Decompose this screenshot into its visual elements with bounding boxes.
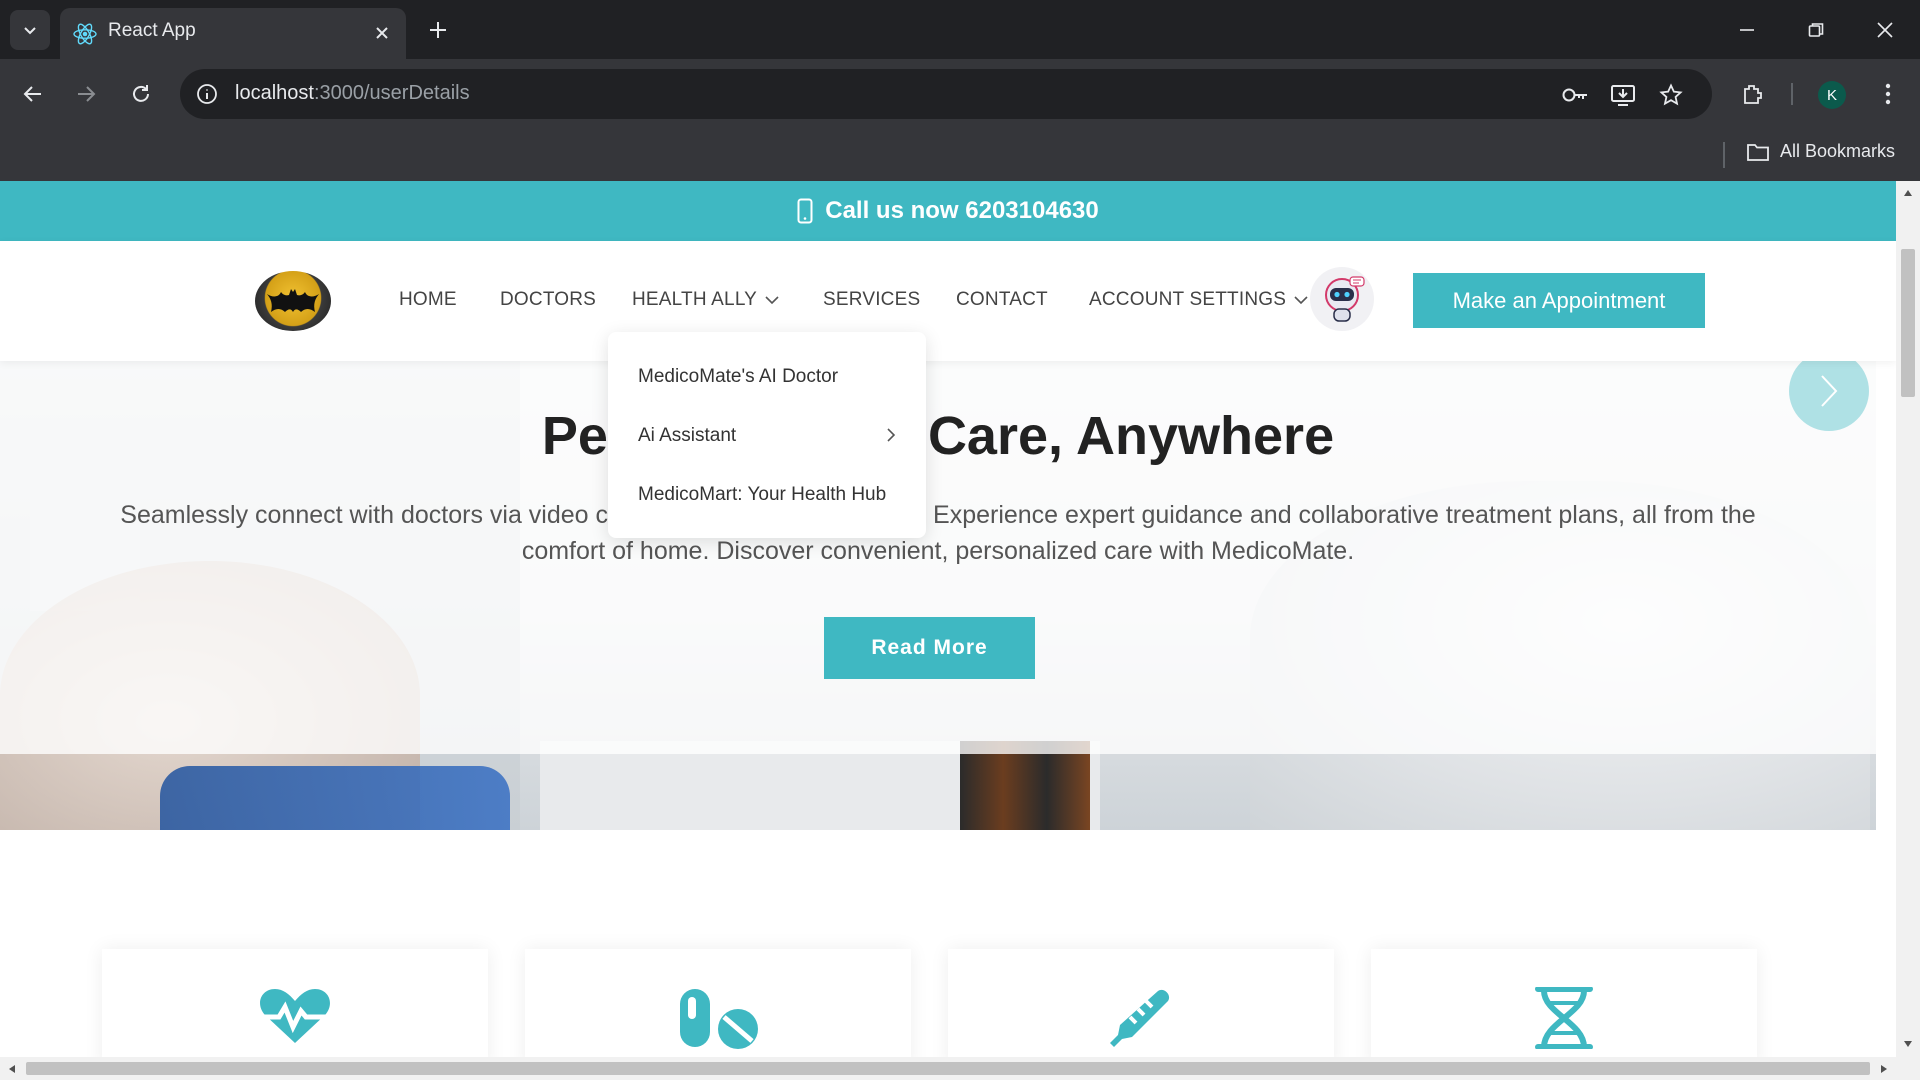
hero-bg-sleeve	[160, 766, 510, 830]
hero-bg-bottles	[960, 741, 1090, 830]
nav-home-label: HOME	[399, 289, 457, 310]
bookmark-star-icon[interactable]	[1656, 80, 1686, 110]
close-window-button[interactable]	[1860, 10, 1910, 50]
vertical-scrollbar[interactable]	[1896, 181, 1920, 1057]
browser-toolbar: localhost:3000/userDetails K	[0, 59, 1920, 129]
read-more-button[interactable]: Read More	[824, 617, 1035, 679]
dropdown-item-medicomart[interactable]: MedicoMart: Your Health Hub	[638, 484, 886, 506]
horizontal-scroll-thumb[interactable]	[26, 1062, 1870, 1075]
restore-icon	[1808, 23, 1824, 37]
all-bookmarks-button[interactable]: All Bookmarks	[1746, 141, 1895, 162]
nav-contact-label: CONTACT	[956, 289, 1048, 310]
toolbar-divider	[1791, 83, 1793, 105]
tab-close-button[interactable]	[368, 19, 396, 47]
arrow-left-icon	[23, 86, 41, 102]
nav-contact[interactable]: CONTACT	[956, 289, 1048, 311]
hero-text-line1-right: Experience expert guidance and collabora…	[933, 501, 1756, 529]
scroll-left-icon	[9, 1065, 15, 1073]
feature-card	[1371, 949, 1757, 1057]
main-navbar: HOME DOCTORS HEALTH ALLY SERVICES CONTAC…	[0, 241, 1896, 361]
plus-icon	[430, 22, 446, 38]
dna-icon	[1535, 987, 1593, 1049]
url-text: localhost:3000/userDetails	[235, 82, 470, 105]
nav-home[interactable]: HOME	[399, 289, 457, 311]
chevron-right-icon	[887, 428, 896, 442]
bookmarks-divider	[1723, 142, 1725, 168]
bat-logo-icon	[267, 289, 319, 312]
folder-icon	[1747, 143, 1769, 161]
react-logo-icon	[73, 23, 97, 45]
make-appointment-button[interactable]: Make an Appointment	[1413, 273, 1705, 328]
nav-health-ally[interactable]: HEALTH ALLY	[632, 289, 779, 311]
tab-search-button[interactable]	[10, 10, 50, 50]
site-info-icon[interactable]	[194, 81, 220, 107]
url-path: :3000/userDetails	[313, 82, 470, 104]
back-button[interactable]	[14, 75, 52, 113]
hero-title-left: Pe	[541, 406, 608, 466]
all-bookmarks-label: All Bookmarks	[1780, 141, 1896, 161]
forward-button[interactable]	[67, 75, 105, 113]
hero-title: Pe Care, Anywhere	[0, 405, 1876, 467]
scroll-up-icon	[1904, 190, 1912, 196]
site-logo[interactable]	[255, 271, 331, 331]
nav-services[interactable]: SERVICES	[823, 289, 920, 311]
bookmarks-bar: All Bookmarks	[0, 129, 1920, 181]
hero-description: Seamlessly connect with doctors via vide…	[90, 497, 1786, 569]
tab-title: React App	[108, 20, 196, 41]
mobile-phone-icon	[797, 198, 813, 224]
address-bar[interactable]: localhost:3000/userDetails	[180, 69, 1712, 119]
install-app-icon[interactable]	[1608, 80, 1638, 110]
nav-services-label: SERVICES	[823, 289, 921, 310]
new-tab-button[interactable]	[420, 12, 456, 48]
nav-account-settings-label: ACCOUNT SETTINGS	[1089, 289, 1287, 310]
hero-title-right: Care, Anywhere	[927, 406, 1335, 466]
pills-icon	[680, 989, 758, 1049]
browser-tab-bar: React App	[0, 0, 1920, 59]
close-icon	[1877, 22, 1893, 38]
password-key-icon[interactable]	[1560, 80, 1590, 110]
chevron-down-icon	[24, 27, 36, 35]
nav-doctors-label: DOCTORS	[500, 289, 597, 310]
scroll-right-icon	[1881, 1065, 1887, 1073]
nav-doctors[interactable]: DOCTORS	[500, 289, 596, 311]
scroll-down-icon	[1904, 1041, 1912, 1047]
call-text[interactable]: Call us now 6203104630	[825, 197, 1099, 225]
heartbeat-icon	[259, 989, 331, 1043]
dropdown-item-ai-doctor[interactable]: MedicoMate's AI Doctor	[638, 366, 838, 388]
url-host: localhost	[235, 82, 314, 104]
chatbot-robot-button[interactable]	[1310, 267, 1374, 331]
health-ally-dropdown: MedicoMate's AI Doctor Ai Assistant Medi…	[608, 332, 926, 538]
horizontal-scrollbar[interactable]	[0, 1057, 1920, 1080]
syringe-icon	[1110, 989, 1170, 1047]
feature-card	[102, 949, 488, 1057]
robot-icon	[1325, 276, 1365, 322]
chevron-down-icon	[1294, 296, 1308, 305]
dropdown-item-ai-assistant[interactable]: Ai Assistant	[638, 425, 896, 447]
feature-card	[948, 949, 1334, 1057]
call-banner: Call us now 6203104630	[0, 181, 1896, 241]
profile-avatar[interactable]: K	[1818, 81, 1846, 109]
hero-section: Pe Care, Anywhere Seamlessly connect with…	[0, 361, 1876, 830]
reload-icon	[133, 85, 149, 102]
extensions-icon[interactable]	[1734, 75, 1772, 113]
menu-kebab-icon[interactable]	[1869, 75, 1907, 113]
nav-account-settings[interactable]: ACCOUNT SETTINGS	[1089, 289, 1308, 311]
page-viewport: Call us now 6203104630 Pe Care, Anywhere …	[0, 181, 1896, 1057]
browser-tab[interactable]: React App	[60, 8, 406, 59]
reload-button[interactable]	[122, 75, 160, 113]
arrow-right-icon	[78, 86, 96, 102]
chevron-right-icon	[1821, 375, 1838, 407]
nav-health-ally-label: HEALTH ALLY	[632, 289, 758, 310]
minimize-button[interactable]	[1722, 10, 1772, 50]
hero-text-line1-left: Seamlessly connect with doctors via vide…	[120, 501, 634, 529]
minimize-icon	[1740, 29, 1754, 31]
hero-text-line2: comfort of home. Discover convenient, pe…	[521, 537, 1355, 565]
chevron-down-icon	[765, 296, 779, 305]
vertical-scroll-thumb[interactable]	[1901, 249, 1915, 397]
feature-card	[525, 949, 911, 1057]
restore-button[interactable]	[1791, 10, 1841, 50]
close-icon	[376, 27, 388, 39]
